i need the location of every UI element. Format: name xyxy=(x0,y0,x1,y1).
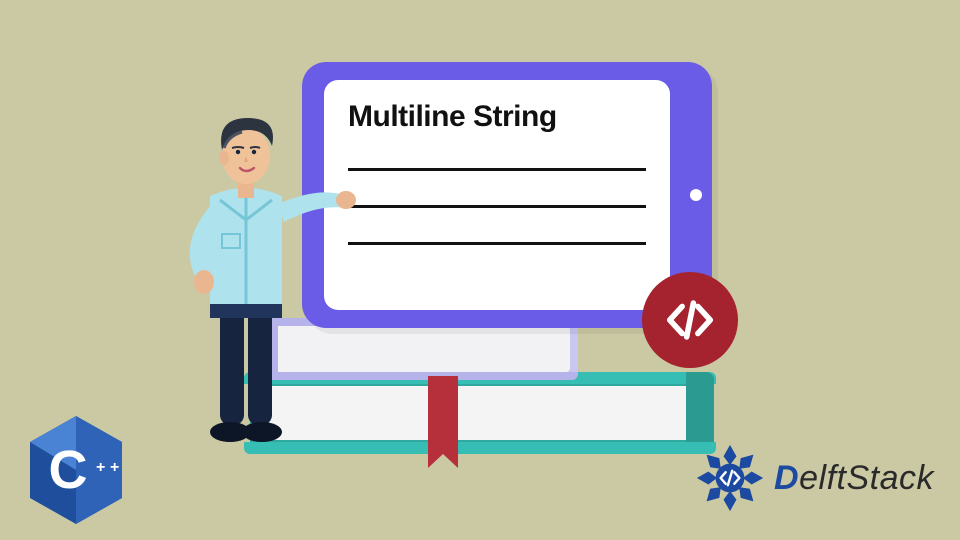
underline-2 xyxy=(348,205,646,208)
svg-text:+: + xyxy=(96,459,105,476)
heading-multiline-string: Multiline String xyxy=(348,100,646,134)
underline-3 xyxy=(348,242,646,245)
tablet-device: Multiline String xyxy=(302,62,712,328)
tablet-screen: Multiline String xyxy=(324,80,670,310)
cpp-logo: C + + xyxy=(26,414,126,526)
bookmark-ribbon xyxy=(428,376,458,454)
delftstack-mark-icon xyxy=(694,442,766,514)
code-badge xyxy=(642,272,738,368)
delftstack-initial: D xyxy=(774,459,799,497)
underline-1 xyxy=(348,168,646,171)
presenter-illustration xyxy=(150,100,340,450)
tablet-camera-icon xyxy=(690,189,702,201)
delftstack-logo: DelftStack xyxy=(694,442,934,514)
code-icon xyxy=(663,293,717,347)
delftstack-wordmark: DelftStack xyxy=(774,459,934,498)
delftstack-rest: elftStack xyxy=(799,459,934,497)
cpp-letter: C xyxy=(49,440,88,500)
svg-text:+: + xyxy=(110,459,119,476)
